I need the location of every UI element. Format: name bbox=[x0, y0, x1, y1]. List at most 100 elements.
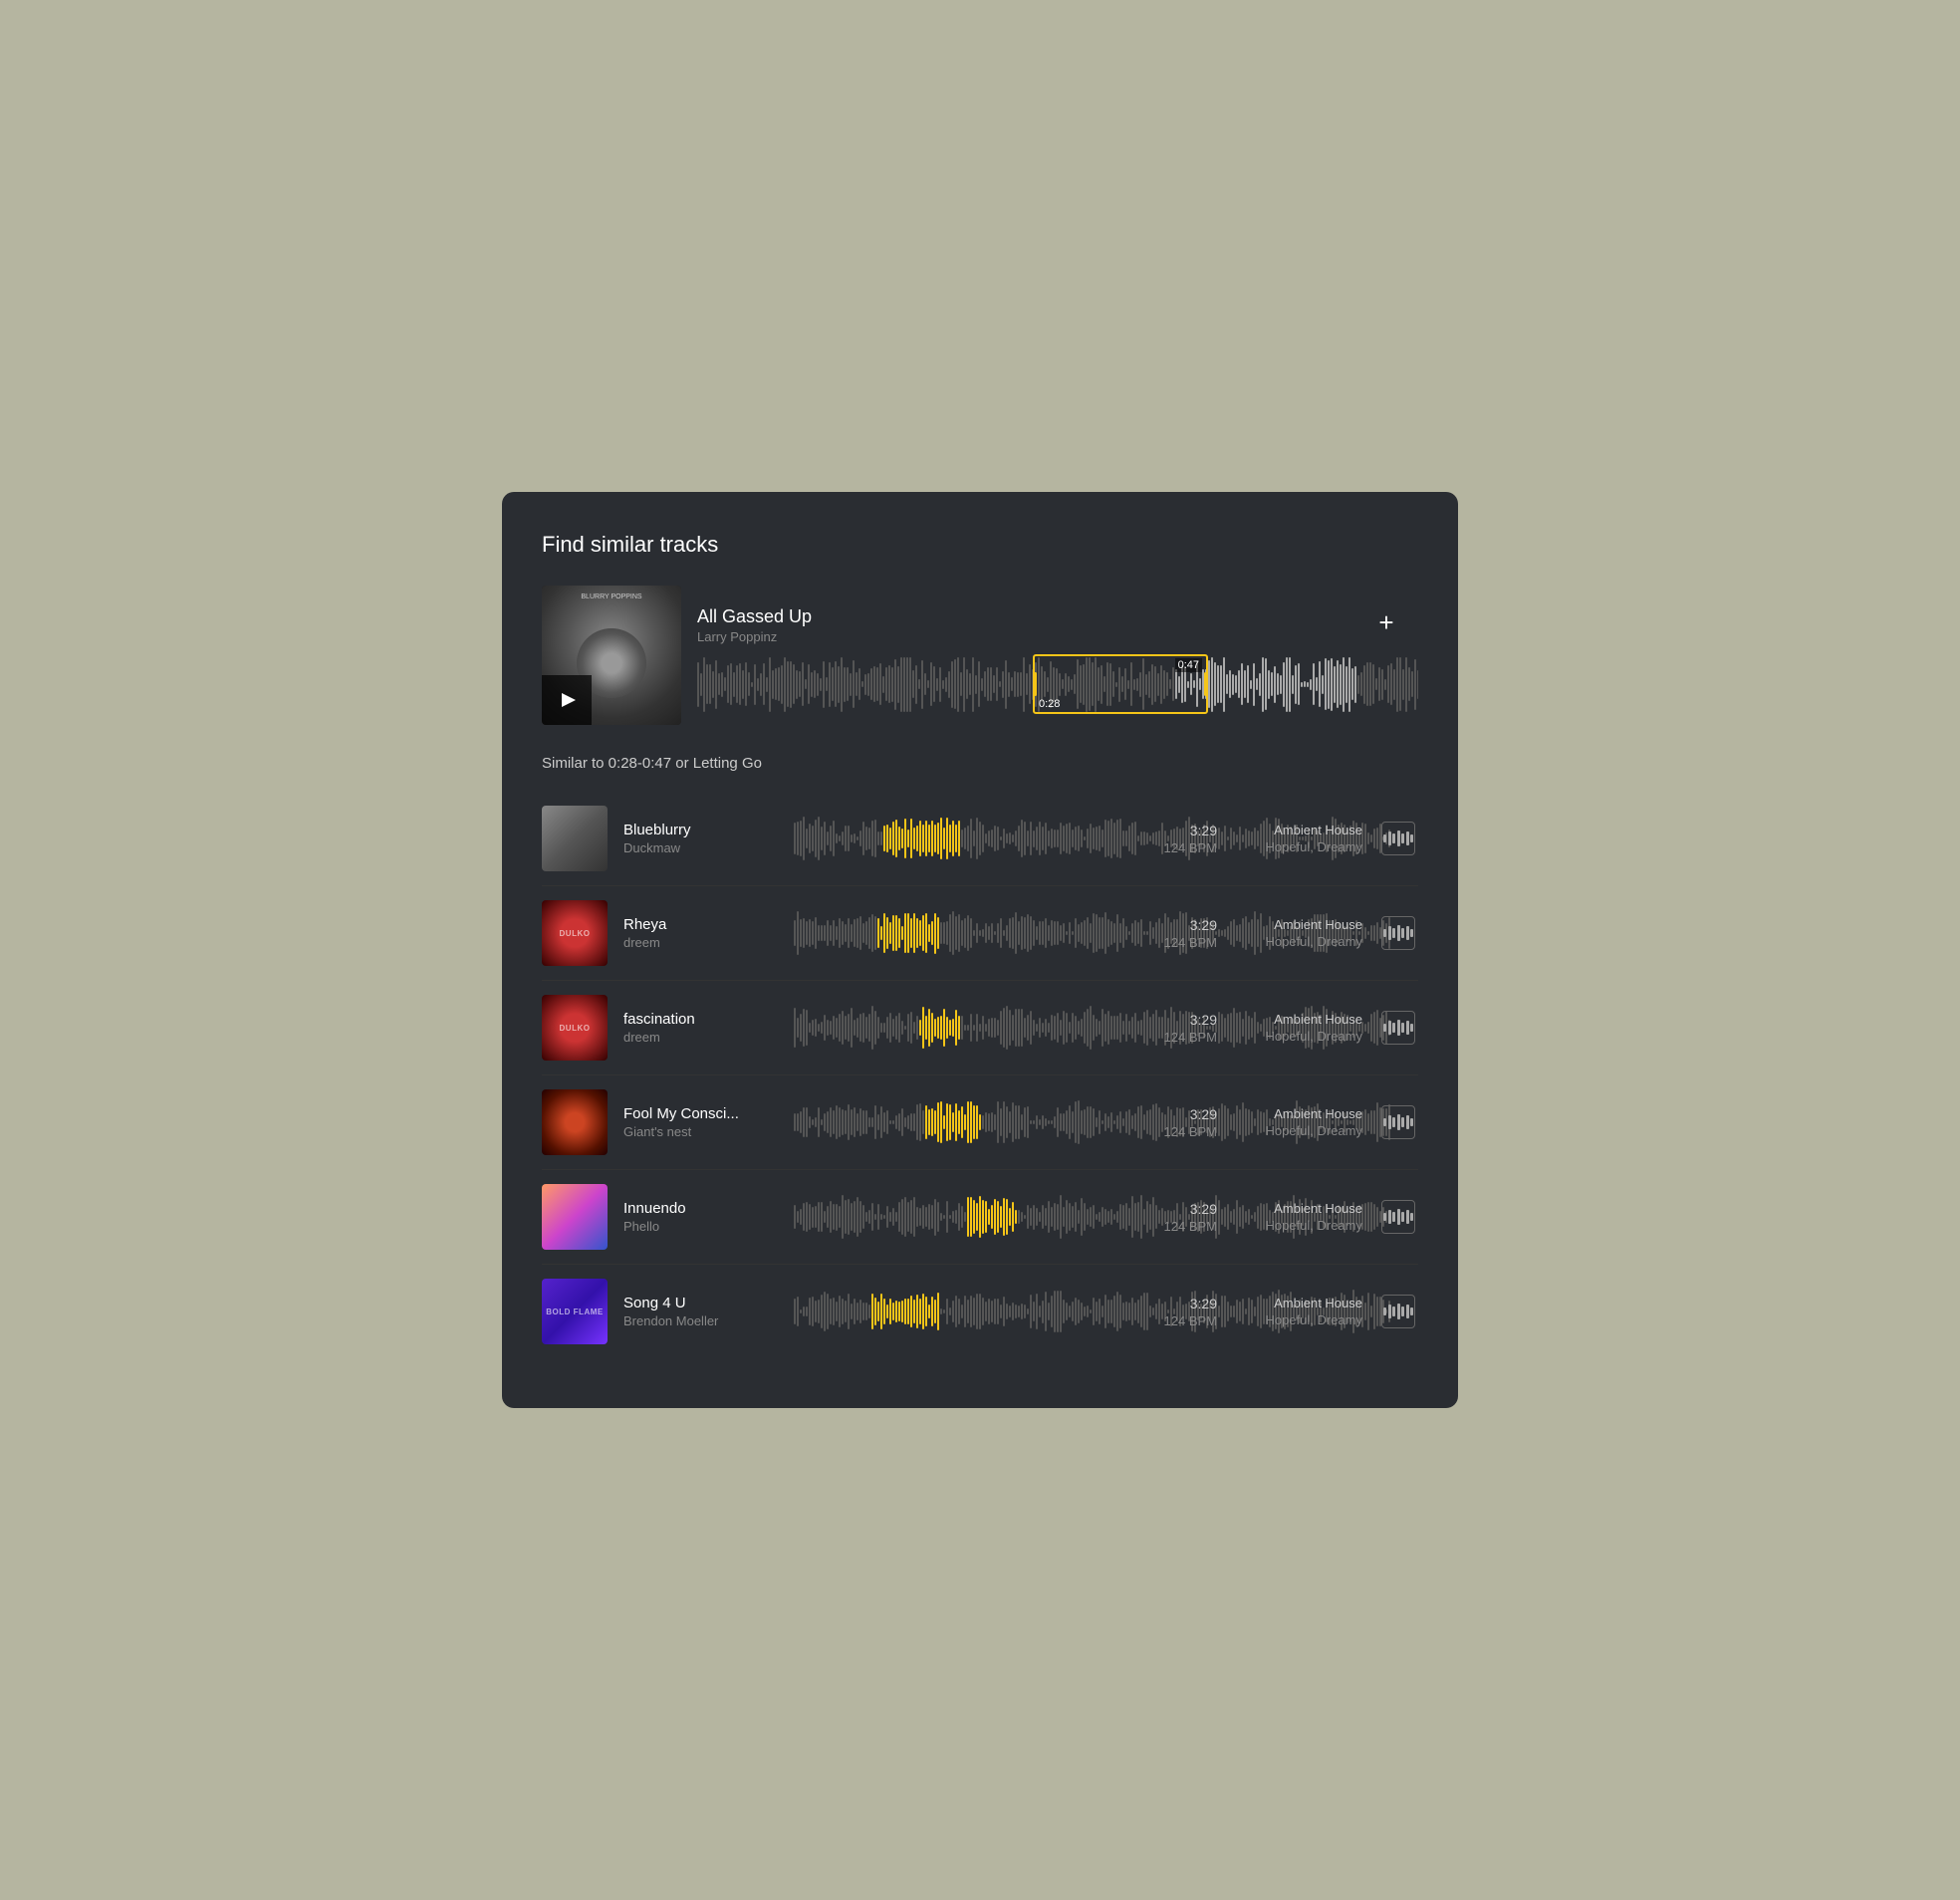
track-row[interactable]: BOLD FLAME Song 4 U Brendon Moeller 3:29… bbox=[542, 1265, 1418, 1358]
track-genre: Ambient House Hopeful, Dreamy bbox=[1233, 823, 1362, 854]
track-title-artist: fascination dreem bbox=[623, 1011, 778, 1045]
panel-title: Find similar tracks bbox=[542, 532, 1418, 558]
track-list: Blueblurry Duckmaw 3:29 124 BPM Ambient … bbox=[542, 792, 1418, 1358]
track-waveform bbox=[794, 1003, 1141, 1053]
track-duration-time: 3:29 bbox=[1157, 1201, 1217, 1217]
track-artist: dreem bbox=[623, 1030, 778, 1045]
source-track-name: All Gassed Up bbox=[697, 606, 812, 627]
track-row[interactable]: Fool My Consci... Giant's nest 3:29 124 … bbox=[542, 1075, 1418, 1170]
track-artist: Brendon Moeller bbox=[623, 1313, 778, 1328]
track-duration-time: 3:29 bbox=[1157, 823, 1217, 838]
track-bpm: 124 BPM bbox=[1157, 840, 1217, 855]
track-title: Song 4 U bbox=[623, 1295, 778, 1311]
track-duration: 3:29 124 BPM bbox=[1157, 1201, 1217, 1234]
track-genre-name: Ambient House bbox=[1233, 823, 1362, 837]
track-genre: Ambient House Hopeful, Dreamy bbox=[1233, 1012, 1362, 1044]
add-to-library-button[interactable] bbox=[1381, 822, 1415, 855]
track-duration: 3:29 124 BPM bbox=[1157, 1012, 1217, 1045]
track-mood: Hopeful, Dreamy bbox=[1233, 1312, 1362, 1327]
source-track: BLURRY POPPINS All Gassed Up Larry Poppi… bbox=[542, 586, 1418, 725]
similar-label: Similar to 0:28-0:47 or Letting Go bbox=[542, 755, 1418, 772]
track-bpm: 124 BPM bbox=[1157, 1219, 1217, 1234]
source-track-text: All Gassed Up Larry Poppinz bbox=[697, 606, 812, 644]
track-title-artist: Innuendo Phello bbox=[623, 1200, 778, 1234]
track-thumb bbox=[542, 1089, 608, 1155]
source-waveform-area: 0:47 0:28 bbox=[681, 644, 1418, 714]
add-button[interactable]: + bbox=[1370, 606, 1402, 638]
album-label: BLURRY POPPINS bbox=[581, 594, 641, 600]
track-thumb: DULKO bbox=[542, 995, 608, 1061]
track-title: Rheya bbox=[623, 916, 778, 933]
track-duration-time: 3:29 bbox=[1157, 1296, 1217, 1311]
track-duration-time: 3:29 bbox=[1157, 917, 1217, 933]
track-title-artist: Song 4 U Brendon Moeller bbox=[623, 1295, 778, 1328]
track-mood: Hopeful, Dreamy bbox=[1233, 934, 1362, 949]
track-action bbox=[1378, 822, 1418, 855]
play-button[interactable] bbox=[542, 675, 592, 725]
track-artist: Giant's nest bbox=[623, 1124, 778, 1139]
musicwave-icon bbox=[1383, 1113, 1413, 1131]
track-title: Fool My Consci... bbox=[623, 1105, 778, 1122]
track-genre-name: Ambient House bbox=[1233, 1012, 1362, 1027]
track-duration-time: 3:29 bbox=[1157, 1012, 1217, 1028]
track-genre-name: Ambient House bbox=[1233, 1296, 1362, 1310]
track-genre-name: Ambient House bbox=[1233, 1106, 1362, 1121]
track-genre: Ambient House Hopeful, Dreamy bbox=[1233, 917, 1362, 949]
track-action bbox=[1378, 1011, 1418, 1045]
musicwave-icon bbox=[1383, 830, 1413, 847]
track-duration: 3:29 124 BPM bbox=[1157, 823, 1217, 855]
source-track-info: All Gassed Up Larry Poppinz + 0:47 0:28 bbox=[681, 596, 1418, 714]
track-thumb bbox=[542, 806, 608, 871]
musicwave-icon bbox=[1383, 1303, 1413, 1320]
track-action bbox=[1378, 1105, 1418, 1139]
track-genre-name: Ambient House bbox=[1233, 917, 1362, 932]
track-action bbox=[1378, 1295, 1418, 1328]
track-duration: 3:29 124 BPM bbox=[1157, 1106, 1217, 1139]
track-duration-time: 3:29 bbox=[1157, 1106, 1217, 1122]
track-title-artist: Blueblurry Duckmaw bbox=[623, 822, 778, 855]
track-title: fascination bbox=[623, 1011, 778, 1028]
add-to-library-button[interactable] bbox=[1381, 916, 1415, 950]
source-track-artist: Larry Poppinz bbox=[697, 629, 812, 644]
track-waveform bbox=[794, 908, 1141, 958]
album-art: BLURRY POPPINS bbox=[542, 586, 681, 725]
track-row[interactable]: Innuendo Phello 3:29 124 BPM Ambient Hou… bbox=[542, 1170, 1418, 1265]
track-action bbox=[1378, 1200, 1418, 1234]
track-bpm: 124 BPM bbox=[1157, 935, 1217, 950]
track-genre-name: Ambient House bbox=[1233, 1201, 1362, 1216]
track-title: Blueblurry bbox=[623, 822, 778, 838]
musicwave-icon bbox=[1383, 1019, 1413, 1037]
track-action bbox=[1378, 916, 1418, 950]
track-duration: 3:29 124 BPM bbox=[1157, 917, 1217, 950]
track-duration: 3:29 124 BPM bbox=[1157, 1296, 1217, 1328]
add-to-library-button[interactable] bbox=[1381, 1011, 1415, 1045]
track-genre: Ambient House Hopeful, Dreamy bbox=[1233, 1201, 1362, 1233]
add-to-library-button[interactable] bbox=[1381, 1200, 1415, 1234]
track-mood: Hopeful, Dreamy bbox=[1233, 1123, 1362, 1138]
track-artist: dreem bbox=[623, 935, 778, 950]
track-thumb: BOLD FLAME bbox=[542, 1279, 608, 1344]
track-waveform bbox=[794, 1192, 1141, 1242]
track-row[interactable]: Blueblurry Duckmaw 3:29 124 BPM Ambient … bbox=[542, 792, 1418, 886]
track-artist: Duckmaw bbox=[623, 840, 778, 855]
source-waveform bbox=[697, 654, 1418, 714]
track-artist: Phello bbox=[623, 1219, 778, 1234]
track-thumb: DULKO bbox=[542, 900, 608, 966]
track-bpm: 124 BPM bbox=[1157, 1313, 1217, 1328]
track-mood: Hopeful, Dreamy bbox=[1233, 839, 1362, 854]
track-genre: Ambient House Hopeful, Dreamy bbox=[1233, 1296, 1362, 1327]
track-title-artist: Rheya dreem bbox=[623, 916, 778, 950]
track-thumb bbox=[542, 1184, 608, 1250]
track-title: Innuendo bbox=[623, 1200, 778, 1217]
track-mood: Hopeful, Dreamy bbox=[1233, 1029, 1362, 1044]
play-icon bbox=[562, 693, 576, 707]
track-waveform bbox=[794, 814, 1141, 863]
track-mood: Hopeful, Dreamy bbox=[1233, 1218, 1362, 1233]
add-to-library-button[interactable] bbox=[1381, 1295, 1415, 1328]
add-to-library-button[interactable] bbox=[1381, 1105, 1415, 1139]
track-row[interactable]: DULKO Rheya dreem 3:29 124 BPM Ambient H… bbox=[542, 886, 1418, 981]
track-row[interactable]: DULKO fascination dreem 3:29 124 BPM Amb… bbox=[542, 981, 1418, 1075]
source-track-meta: All Gassed Up Larry Poppinz + bbox=[681, 596, 1418, 644]
track-waveform bbox=[794, 1097, 1141, 1147]
track-genre: Ambient House Hopeful, Dreamy bbox=[1233, 1106, 1362, 1138]
